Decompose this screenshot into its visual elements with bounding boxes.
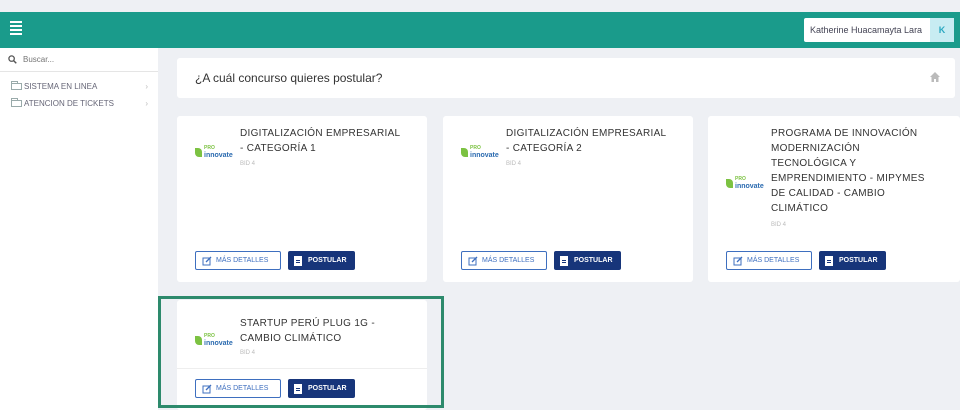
sidebar-item-sistema-en-linea[interactable]: SISTEMA EN LINEA › <box>0 78 158 95</box>
sidebar-item-label: SISTEMA EN LINEA <box>24 82 98 91</box>
folder-icon <box>11 81 22 90</box>
search-input[interactable] <box>23 55 143 64</box>
sidebar-search <box>0 48 158 72</box>
contest-card: PRO innovate DIGITALIZACIÓN EMPRESARIAL - … <box>177 116 427 282</box>
folder-icon <box>11 98 22 107</box>
user-name: Katherine Huacamayta Lara <box>810 25 923 35</box>
apply-button[interactable]: POSTULAR <box>554 251 621 270</box>
page-title: ¿A cuál concurso quieres postular? <box>195 71 383 85</box>
card-subtitle: BID 4 <box>240 161 256 167</box>
user-menu[interactable]: Katherine Huacamayta Lara K <box>804 18 954 42</box>
card-title: DIGITALIZACIÓN EMPRESARIAL - CATEGORÍA 1 <box>240 128 401 154</box>
edit-icon <box>468 256 478 265</box>
contest-card: PRO innovate PROGRAMA DE INNOVACIÓN MODERN… <box>708 116 960 282</box>
home-icon[interactable] <box>929 71 941 83</box>
chevron-right-icon: › <box>145 99 148 108</box>
menu-icon[interactable] <box>10 21 22 37</box>
chevron-right-icon: › <box>145 82 148 91</box>
more-details-button[interactable]: MÁS DETALLES <box>726 251 812 270</box>
contest-card: PRO innovate DIGITALIZACIÓN EMPRESARIAL - … <box>443 116 693 282</box>
document-icon <box>294 255 302 266</box>
card-title: DIGITALIZACIÓN EMPRESARIAL - CATEGORÍA 2 <box>506 128 667 154</box>
document-icon <box>825 255 833 266</box>
sidebar-item-atencion-de-tickets[interactable]: ATENCION DE TICKETS › <box>0 95 158 112</box>
search-icon <box>8 55 17 64</box>
more-details-button[interactable]: MÁS DETALLES <box>195 251 281 270</box>
proinnovate-logo: PRO innovate <box>461 145 499 159</box>
highlight-box <box>158 296 444 408</box>
top-bar: Katherine Huacamayta Lara K <box>0 12 960 48</box>
card-subtitle: BID 4 <box>771 222 787 228</box>
sidebar: SISTEMA EN LINEA › ATENCION DE TICKETS › <box>0 48 158 410</box>
edit-icon <box>733 256 743 265</box>
document-icon <box>560 255 568 266</box>
user-avatar[interactable]: K <box>930 18 954 42</box>
sidebar-item-label: ATENCION DE TICKETS <box>24 99 114 108</box>
proinnovate-logo: PRO innovate <box>195 145 233 159</box>
apply-button[interactable]: POSTULAR <box>288 251 355 270</box>
apply-button[interactable]: POSTULAR <box>819 251 886 270</box>
proinnovate-logo: PRO innovate <box>726 176 764 190</box>
page-header: ¿A cuál concurso quieres postular? <box>177 58 955 98</box>
card-title: PROGRAMA DE INNOVACIÓN MODERNIZACIÓN TECNO… <box>771 128 925 214</box>
edit-icon <box>202 256 212 265</box>
more-details-button[interactable]: MÁS DETALLES <box>461 251 547 270</box>
card-subtitle: BID 4 <box>506 161 522 167</box>
